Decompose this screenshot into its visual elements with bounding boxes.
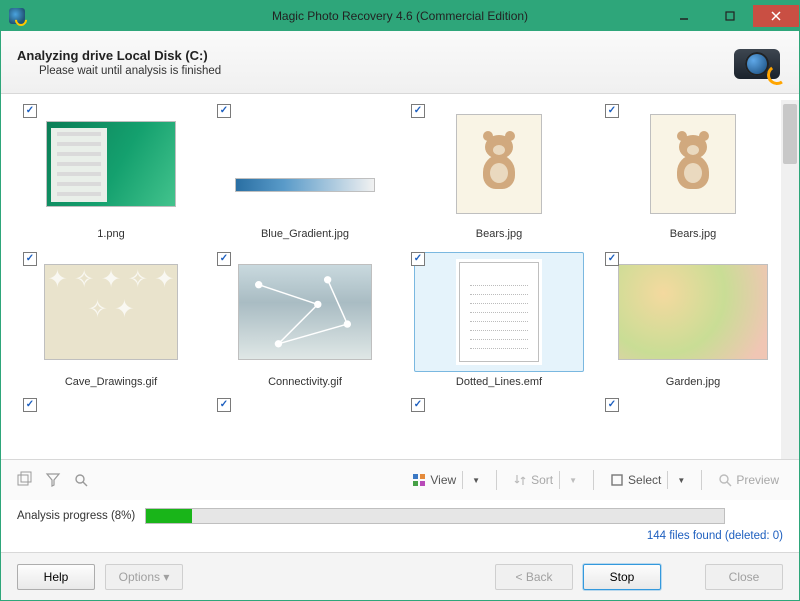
page-subtitle: Please wait until analysis is finished xyxy=(39,65,221,77)
file-label: Bears.jpg xyxy=(670,228,716,240)
file-label: Blue_Gradient.jpg xyxy=(261,228,349,240)
file-label: 1.png xyxy=(97,228,125,240)
progress-fill xyxy=(146,509,192,523)
thumbnail[interactable] xyxy=(414,252,584,372)
checkbox[interactable] xyxy=(411,398,425,412)
file-item[interactable] xyxy=(21,400,201,459)
select-label: Select xyxy=(628,473,661,487)
stop-button[interactable]: Stop xyxy=(583,564,661,590)
file-label: Connectivity.gif xyxy=(268,376,342,388)
sort-icon xyxy=(513,473,527,487)
checkbox[interactable] xyxy=(217,252,231,266)
camera-icon xyxy=(731,41,783,83)
close-wizard-button[interactable]: Close xyxy=(705,564,783,590)
scroll-thumb[interactable] xyxy=(783,104,797,164)
help-button[interactable]: Help xyxy=(17,564,95,590)
thumbnail[interactable] xyxy=(220,104,390,224)
select-dropdown[interactable]: Select ▼ xyxy=(604,468,691,492)
sort-dropdown[interactable]: Sort ▼ xyxy=(507,468,583,492)
file-item[interactable] xyxy=(215,400,395,459)
file-grid[interactable]: 1.png Blue_Gradient.jpg Bears.jpg Bears.jpg… xyxy=(13,100,781,459)
file-item[interactable]: Dotted_Lines.emf xyxy=(409,252,589,398)
checkbox[interactable] xyxy=(411,252,425,266)
results-panel: 1.png Blue_Gradient.jpg Bears.jpg Bears.jpg… xyxy=(1,94,799,460)
file-item[interactable]: Connectivity.gif xyxy=(215,252,395,398)
thumbnail[interactable] xyxy=(608,252,778,372)
chevron-down-icon: ▼ xyxy=(677,476,685,485)
preview-button[interactable]: Preview xyxy=(712,470,785,490)
thumbnail[interactable] xyxy=(26,252,196,372)
titlebar[interactable]: Magic Photo Recovery 4.6 (Commercial Edi… xyxy=(1,1,799,31)
checkbox[interactable] xyxy=(23,398,37,412)
wizard-header: Analyzing drive Local Disk (C:) Please w… xyxy=(1,31,799,94)
checkbox[interactable] xyxy=(23,252,37,266)
select-icon xyxy=(610,473,624,487)
sort-label: Sort xyxy=(531,473,553,487)
progress-bar xyxy=(145,508,725,524)
thumbnail[interactable] xyxy=(608,104,778,224)
file-item[interactable] xyxy=(603,400,781,459)
app-window: Magic Photo Recovery 4.6 (Commercial Edi… xyxy=(0,0,800,601)
button-row: Help Options ▾ < Back Stop Close xyxy=(1,552,799,600)
filter-icon[interactable] xyxy=(43,470,63,490)
thumbnail[interactable] xyxy=(26,104,196,224)
chevron-down-icon: ▼ xyxy=(472,476,480,485)
view-label: View xyxy=(430,473,456,487)
file-label: Bears.jpg xyxy=(476,228,522,240)
checkbox[interactable] xyxy=(217,398,231,412)
file-item[interactable] xyxy=(409,400,589,459)
minimize-button[interactable] xyxy=(661,5,707,27)
thumbnail[interactable] xyxy=(414,104,584,224)
file-label: Garden.jpg xyxy=(666,376,720,388)
system-buttons xyxy=(661,5,799,27)
file-item[interactable]: Bears.jpg xyxy=(603,104,781,250)
app-icon xyxy=(9,8,25,24)
page-title: Analyzing drive Local Disk (C:) xyxy=(17,48,221,63)
file-label: Dotted_Lines.emf xyxy=(456,376,542,388)
checkbox[interactable] xyxy=(411,104,425,118)
close-button[interactable] xyxy=(753,5,799,27)
file-item[interactable]: Cave_Drawings.gif xyxy=(21,252,201,398)
checkbox[interactable] xyxy=(605,104,619,118)
preview-label: Preview xyxy=(736,473,779,487)
toolbar: View ▼ Sort ▼ Select ▼ Preview xyxy=(1,460,799,500)
thumbnail[interactable] xyxy=(220,252,390,372)
file-item[interactable]: Garden.jpg xyxy=(603,252,781,398)
file-label: Cave_Drawings.gif xyxy=(65,376,157,388)
progress-label: Analysis progress (8%) xyxy=(17,510,135,522)
maximize-button[interactable] xyxy=(707,5,753,27)
thumbnails-icon xyxy=(412,473,426,487)
file-item[interactable]: Blue_Gradient.jpg xyxy=(215,104,395,250)
chevron-down-icon: ▼ xyxy=(569,476,577,485)
checkbox[interactable] xyxy=(23,104,37,118)
checkbox[interactable] xyxy=(217,104,231,118)
status-text: 144 files found (deleted: 0) xyxy=(1,528,799,552)
options-button[interactable]: Options ▾ xyxy=(105,564,183,590)
checkbox[interactable] xyxy=(605,398,619,412)
file-item[interactable]: Bears.jpg xyxy=(409,104,589,250)
progress-row: Analysis progress (8%) xyxy=(1,500,799,528)
scrollbar[interactable] xyxy=(781,100,799,459)
recover-icon[interactable] xyxy=(15,470,35,490)
back-button[interactable]: < Back xyxy=(495,564,573,590)
view-dropdown[interactable]: View ▼ xyxy=(406,468,486,492)
file-item[interactable]: 1.png xyxy=(21,104,201,250)
search-icon[interactable] xyxy=(71,470,91,490)
preview-icon xyxy=(718,473,732,487)
checkbox[interactable] xyxy=(605,252,619,266)
